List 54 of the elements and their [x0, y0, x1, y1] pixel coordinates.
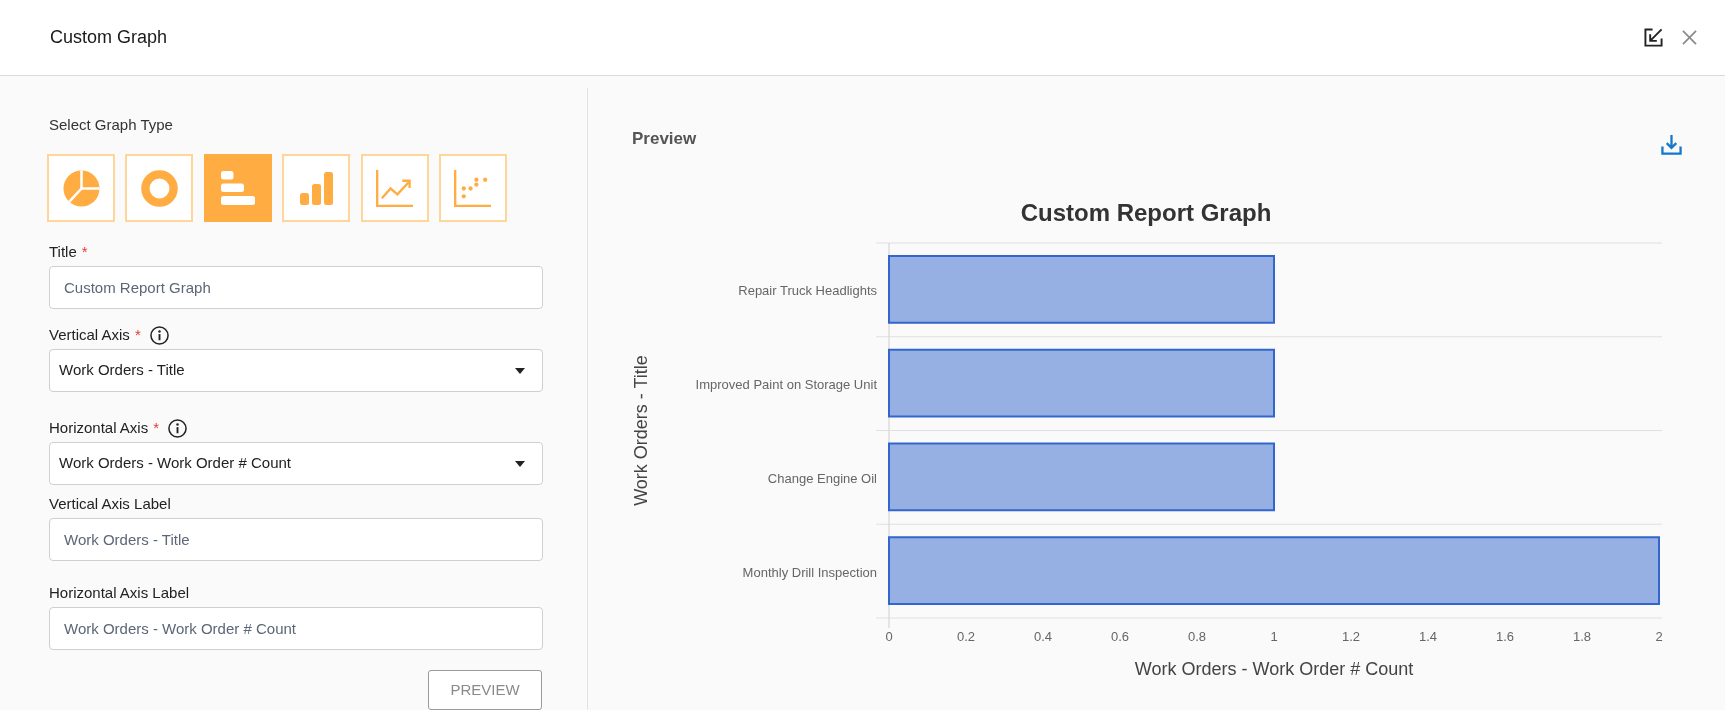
download-icon[interactable] [1661, 134, 1682, 155]
bar-chart-icon [299, 171, 333, 205]
pie-chart-icon [62, 169, 100, 207]
tick-label: 0.8 [1187, 628, 1207, 644]
graph-type-button[interactable] [203, 154, 272, 222]
field-label: Horizontal Axis Label [49, 582, 190, 603]
category-label: Improved Paint on Storage Unit [695, 377, 877, 393]
tick-label: 1.4 [1418, 628, 1438, 644]
category-label: Monthly Drill Inspection [742, 564, 877, 580]
field-label: Title [49, 241, 77, 262]
dropdown[interactable]: Work Orders - Title [49, 349, 543, 392]
caret-down-icon [515, 460, 525, 467]
preview-heading: Preview [632, 127, 697, 150]
ring-chart-icon [140, 169, 178, 207]
graph-type-button[interactable] [282, 154, 351, 222]
field-label: Horizontal Axis [49, 417, 149, 438]
tick-label: 1.2 [1341, 628, 1361, 644]
graph-type-button[interactable] [125, 154, 194, 222]
field-label: Vertical Axis [49, 324, 130, 345]
graph-type-button[interactable] [47, 154, 115, 222]
info-icon[interactable] [168, 418, 188, 438]
chart-title: Custom Report Graph [1020, 198, 1272, 226]
graph-type-button[interactable] [360, 154, 429, 222]
text-field[interactable]: Work Orders - Work Order # Count [49, 607, 543, 650]
tick-label: 2 [1655, 628, 1663, 644]
section-label: Select Graph Type [49, 115, 173, 135]
tick-label: 0.4 [1033, 628, 1053, 644]
category-label: Repair Truck Headlights [738, 283, 877, 299]
close-icon[interactable] [1682, 30, 1697, 45]
horizontal-bars-icon [220, 171, 255, 205]
axis-title: Work Orders - Title [631, 355, 651, 506]
arrow-into-box-icon[interactable] [1644, 28, 1663, 47]
required-mark: * [81, 241, 88, 262]
text-field[interactable]: Work Orders - Title [49, 518, 543, 561]
preview-button[interactable]: PREVIEW [428, 670, 542, 710]
tick-label: 0 [885, 628, 893, 644]
tick-label: 0.2 [956, 628, 976, 644]
required-mark: * [153, 417, 160, 438]
tick-label: 1.6 [1495, 628, 1515, 644]
dialog-title: Custom Graph [50, 26, 168, 49]
scatter-plot-icon [454, 169, 492, 207]
category-label: Change Engine Oil [767, 470, 877, 486]
tick-label: 0.6 [1110, 628, 1130, 644]
caret-down-icon [515, 367, 525, 374]
tick-label: 1.8 [1572, 628, 1592, 644]
line-chart-icon [376, 169, 414, 207]
dropdown[interactable]: Work Orders - Work Order # Count [49, 442, 543, 485]
text-field[interactable]: Custom Report Graph [49, 266, 543, 309]
info-icon[interactable] [149, 325, 169, 345]
field-label: Vertical Axis Label [49, 493, 171, 514]
required-mark: * [134, 324, 141, 345]
tick-label: 1 [1270, 628, 1278, 644]
axis-title: Work Orders - Work Order # Count [1134, 659, 1414, 679]
graph-type-button[interactable] [438, 154, 507, 222]
